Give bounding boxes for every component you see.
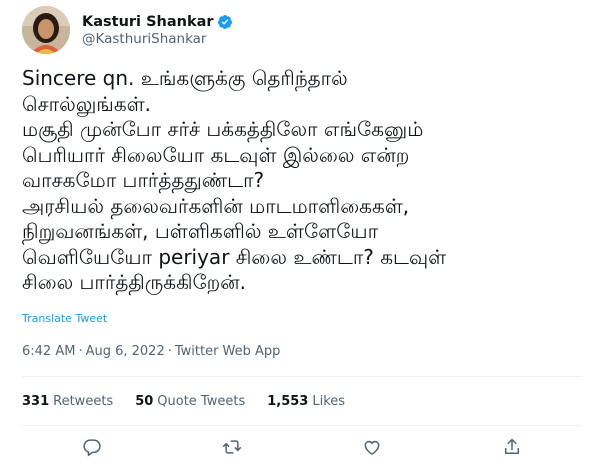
tweet-time[interactable]: 6:42 AM — [22, 344, 75, 359]
name-row: Kasturi Shankar — [82, 14, 233, 30]
reply-button[interactable] — [79, 434, 105, 460]
likes-stat[interactable]: 1,553 Likes — [267, 394, 345, 409]
retweet-button[interactable] — [219, 434, 245, 460]
tweet-line: சிலை பார்த்திருக்கிறேன். — [22, 270, 247, 294]
action-bar — [22, 434, 582, 460]
likes-count: 1,553 — [267, 394, 309, 409]
reply-icon — [83, 439, 101, 457]
tweet-line: மசூதி முன்போ சர்ச் பக்கத்திலோ எங்கேனும் — [22, 117, 424, 141]
retweets-label: Retweets — [53, 394, 114, 409]
tweet-header: Kasturi Shankar @KasthuriShankar — [22, 6, 233, 54]
tweet-stats: 331 Retweets 50 Quote Tweets 1,553 Likes — [22, 394, 367, 409]
tweet-card: Kasturi Shankar @KasthuriShankar Sincere… — [0, 0, 600, 472]
retweets-count: 331 — [22, 394, 50, 409]
tweet-line: சொல்லுங்கள். — [22, 91, 152, 116]
divider — [22, 376, 582, 377]
tweet-line: அரசியல் தலைவர்களின் மாடமாளிகைகள், — [22, 193, 410, 218]
avatar[interactable] — [22, 6, 70, 54]
tweet-source[interactable]: Twitter Web App — [175, 344, 281, 359]
meta-separator: · — [167, 344, 172, 359]
tweet-line: வாசகமோ பார்த்ததுண்டா? — [22, 168, 265, 192]
author-name[interactable]: Kasturi Shankar — [82, 14, 214, 30]
retweets-stat[interactable]: 331 Retweets — [22, 394, 113, 409]
like-button[interactable] — [359, 434, 385, 460]
likes-label: Likes — [312, 394, 346, 409]
quotes-label: Quote Tweets — [157, 394, 246, 409]
tweet-text: Sincere qn. உங்களுக்கு தெரிந்தால் சொல்லு… — [22, 66, 582, 296]
quotes-count: 50 — [135, 394, 154, 409]
translate-tweet-link[interactable]: Translate Tweet — [22, 312, 107, 325]
tweet-line: நிறுவனங்கள், பள்ளிகளில் உள்ளேயோ — [22, 219, 379, 243]
quote-tweets-stat[interactable]: 50 Quote Tweets — [135, 394, 245, 409]
tweet-date[interactable]: Aug 6, 2022 — [86, 344, 165, 359]
author-info: Kasturi Shankar @KasthuriShankar — [82, 14, 233, 47]
tweet-line: பெரியார் சிலையோ கடவுள் இல்லை என்ற — [22, 142, 410, 167]
tweet-meta: 6:42 AM · Aug 6, 2022 · Twitter Web App — [22, 344, 280, 359]
divider — [22, 425, 582, 426]
share-button[interactable] — [499, 434, 525, 460]
like-icon — [364, 440, 380, 455]
retweet-icon — [222, 440, 242, 454]
meta-separator: · — [78, 344, 83, 359]
verified-badge-icon — [217, 14, 233, 30]
author-handle[interactable]: @KasthuriShankar — [82, 31, 233, 47]
share-icon — [505, 438, 519, 454]
tweet-line: Sincere qn. உங்களுக்கு தெரிந்தால் — [22, 66, 348, 90]
tweet-line: வெளியேயோ periyar சிலை உண்டா? கடவுள் — [22, 244, 447, 269]
